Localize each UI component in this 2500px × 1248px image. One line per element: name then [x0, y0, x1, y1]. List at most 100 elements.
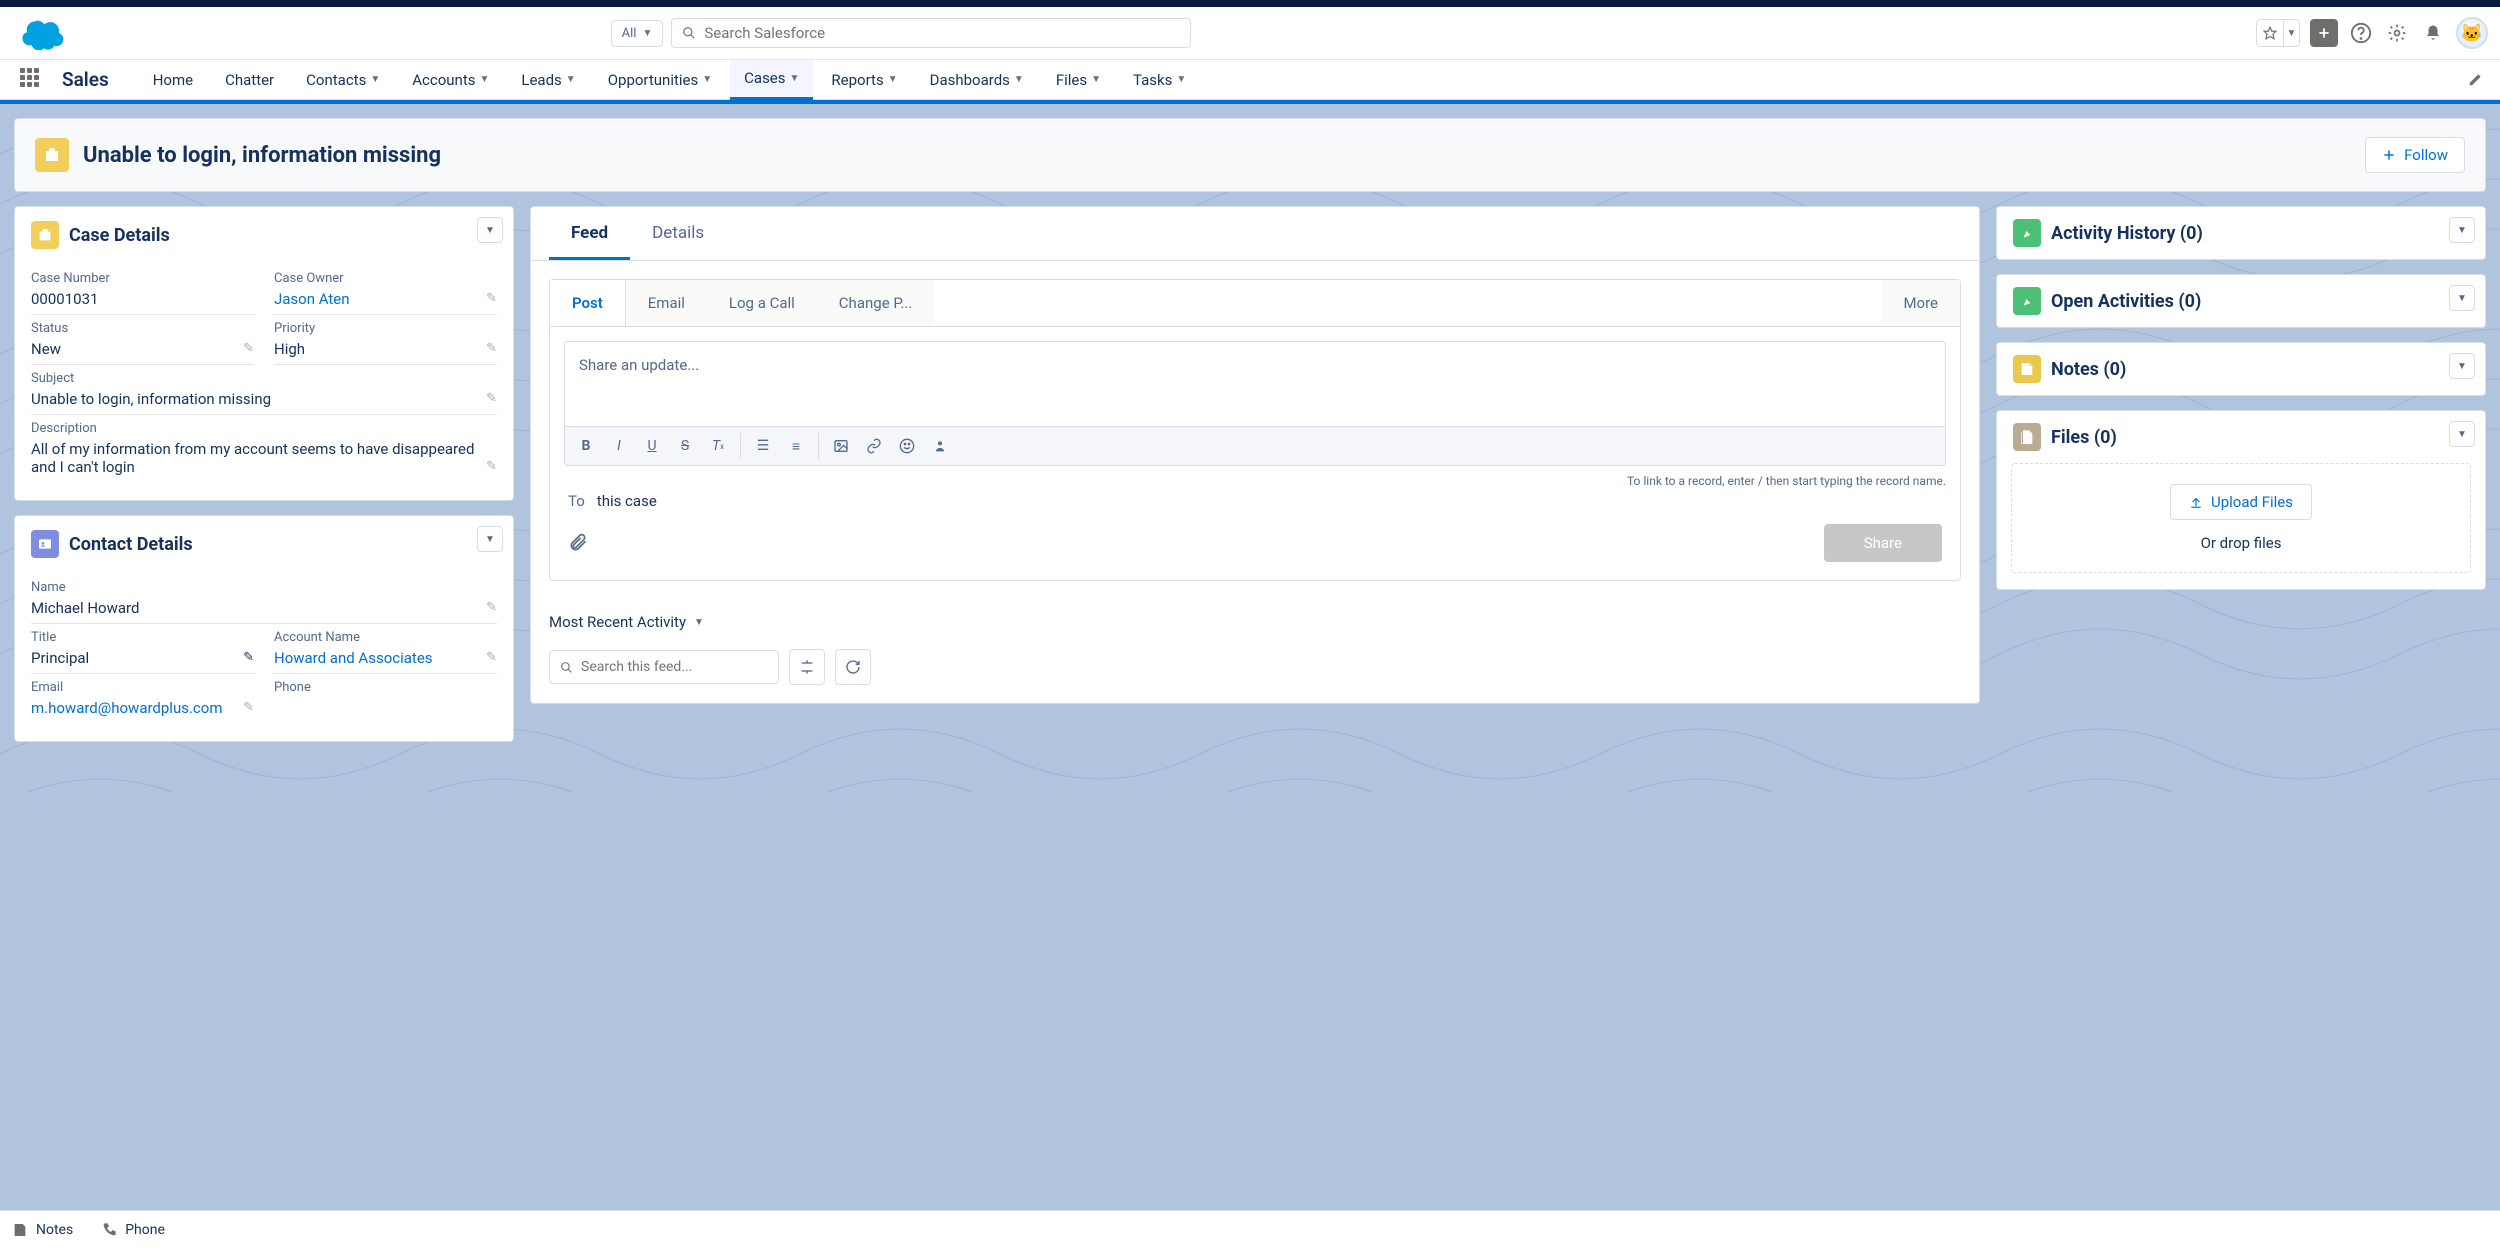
chevron-down-icon: ▼ [566, 74, 576, 85]
activity-history-title: Activity History (0) [2051, 223, 2203, 244]
global-search-input[interactable] [704, 24, 1179, 42]
emoji-icon[interactable] [892, 431, 922, 461]
description-value: All of my information from my account se… [31, 440, 497, 476]
sort-label: Most Recent Activity [549, 613, 686, 631]
search-scope-label: All [622, 26, 637, 41]
edit-icon[interactable]: ✎ [243, 341, 254, 356]
nav-opportunities[interactable]: Opportunities▼ [594, 60, 726, 100]
upload-label: Upload Files [2211, 493, 2293, 511]
link-icon[interactable] [859, 431, 889, 461]
composer-hint: To link to a record, enter / then start … [550, 466, 1960, 488]
search-icon [560, 661, 573, 674]
attach-icon[interactable] [568, 533, 588, 553]
case-details-menu[interactable]: ▼ [477, 217, 503, 243]
subject-value: Unable to login, information missing [31, 390, 497, 408]
nav-cases[interactable]: Cases▼ [730, 60, 813, 100]
edit-icon[interactable]: ✎ [486, 391, 497, 406]
bold-icon[interactable]: B [571, 431, 601, 461]
open-activities-title: Open Activities (0) [2051, 291, 2201, 312]
activity-history-menu[interactable]: ▼ [2449, 217, 2475, 243]
case-owner-link[interactable]: Jason Aten [274, 290, 350, 308]
bullet-list-icon[interactable]: ☰ [748, 431, 778, 461]
feed-search-input[interactable] [581, 659, 768, 675]
notes-title: Notes (0) [2051, 359, 2126, 380]
utility-phone[interactable]: Phone [101, 1222, 165, 1238]
image-icon[interactable] [826, 431, 856, 461]
edit-icon[interactable]: ✎ [243, 650, 254, 665]
global-add-button[interactable] [2310, 19, 2338, 47]
publisher-tab-email[interactable]: Email [626, 280, 707, 326]
chevron-down-icon: ▼ [694, 617, 704, 628]
page-title: Unable to login, information missing [83, 143, 441, 168]
nav-reports[interactable]: Reports▼ [817, 60, 911, 100]
search-scope-dropdown[interactable]: All ▼ [611, 20, 664, 47]
help-icon[interactable] [2348, 20, 2374, 46]
italic-icon[interactable]: I [604, 431, 634, 461]
feed-sort-dropdown[interactable]: Most Recent Activity ▼ [549, 613, 1961, 631]
edit-icon[interactable]: ✎ [243, 700, 254, 715]
account-link[interactable]: Howard and Associates [274, 649, 433, 667]
underline-icon[interactable]: U [637, 431, 667, 461]
feed-filter-button[interactable] [789, 649, 825, 685]
field-label: Name [31, 580, 497, 595]
publisher-tab-post[interactable]: Post [550, 280, 626, 326]
chevron-down-icon: ▼ [1176, 74, 1186, 85]
tab-feed[interactable]: Feed [549, 207, 630, 260]
mention-icon[interactable] [925, 431, 955, 461]
clear-format-icon[interactable]: Tx [703, 431, 733, 461]
edit-nav-icon[interactable] [2468, 73, 2482, 87]
page-header: Unable to login, information missing Fol… [14, 118, 2486, 192]
contact-title-value: Principal [31, 649, 254, 667]
composer-textarea[interactable]: Share an update... [564, 341, 1946, 426]
field-label: Status [31, 321, 254, 336]
email-link[interactable]: m.howard@howardplus.com [31, 699, 222, 717]
search-icon [682, 26, 696, 40]
app-launcher-icon[interactable] [20, 68, 44, 92]
tab-details[interactable]: Details [630, 207, 726, 260]
notes-section-icon [2013, 355, 2041, 383]
open-activities-icon [2013, 287, 2041, 315]
case-number-value: 00001031 [31, 290, 254, 308]
nav-accounts[interactable]: Accounts▼ [398, 60, 503, 100]
nav-chatter[interactable]: Chatter [211, 60, 288, 100]
utility-notes[interactable]: Notes [12, 1222, 73, 1238]
upload-files-button[interactable]: Upload Files [2170, 484, 2312, 520]
files-section-icon [2013, 423, 2041, 451]
edit-icon[interactable]: ✎ [486, 600, 497, 615]
nav-leads[interactable]: Leads▼ [507, 60, 589, 100]
edit-icon[interactable]: ✎ [486, 459, 497, 474]
nav-dashboards[interactable]: Dashboards▼ [916, 60, 1038, 100]
nav-contacts[interactable]: Contacts▼ [292, 60, 394, 100]
field-label: Email [31, 680, 254, 695]
notifications-icon[interactable] [2420, 20, 2446, 46]
edit-icon[interactable]: ✎ [486, 291, 497, 306]
contact-name-value: Michael Howard [31, 599, 497, 617]
publisher-tab-more[interactable]: More [1881, 280, 1960, 326]
to-label: To [568, 492, 585, 510]
salesforce-logo[interactable] [12, 13, 72, 53]
to-value: this case [597, 492, 657, 510]
nav-home[interactable]: Home [139, 60, 207, 100]
notes-menu[interactable]: ▼ [2449, 353, 2475, 379]
edit-icon[interactable]: ✎ [486, 650, 497, 665]
strikethrough-icon[interactable]: S [670, 431, 700, 461]
contact-details-menu[interactable]: ▼ [477, 526, 503, 552]
share-button[interactable]: Share [1824, 524, 1942, 562]
open-activities-menu[interactable]: ▼ [2449, 285, 2475, 311]
edit-icon[interactable]: ✎ [486, 341, 497, 356]
feed-refresh-button[interactable] [835, 649, 871, 685]
publisher-tab-change[interactable]: Change P... [817, 280, 935, 326]
contact-details-icon [31, 530, 59, 558]
chevron-down-icon: ▼ [1091, 74, 1101, 85]
favorite-button[interactable] [2256, 19, 2284, 47]
files-menu[interactable]: ▼ [2449, 421, 2475, 447]
follow-button[interactable]: Follow [2365, 137, 2465, 173]
favorite-dropdown[interactable]: ▼ [2284, 19, 2300, 47]
user-avatar[interactable]: 🐱 [2456, 17, 2488, 49]
nav-files[interactable]: Files▼ [1042, 60, 1115, 100]
publisher-tab-log-call[interactable]: Log a Call [707, 280, 817, 326]
nav-tasks[interactable]: Tasks▼ [1119, 60, 1200, 100]
settings-icon[interactable] [2384, 20, 2410, 46]
number-list-icon[interactable]: ≡ [781, 431, 811, 461]
field-label: Priority [274, 321, 497, 336]
